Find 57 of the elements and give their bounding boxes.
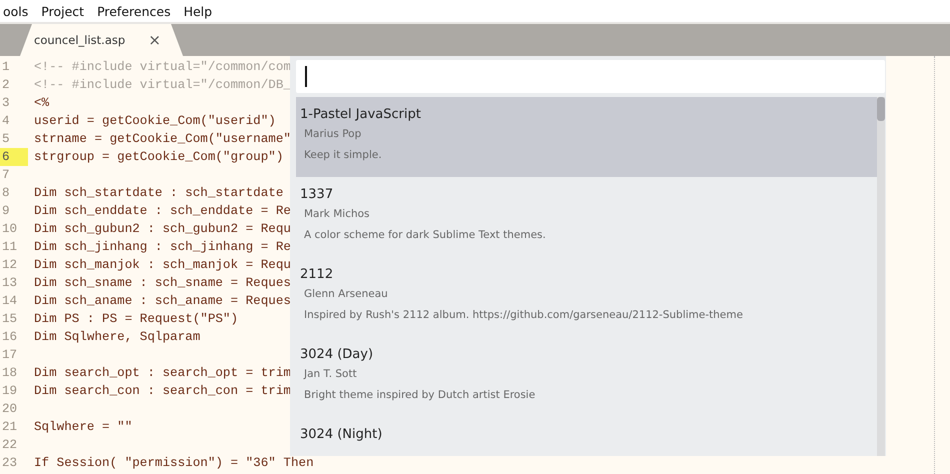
code-line: Dim sch_sname : sch_sname = Reques <box>34 276 291 290</box>
theme-item[interactable]: 1-Pastel JavaScript Marius Pop Keep it simple. <box>296 97 877 177</box>
theme-item[interactable]: 1337 Mark Michos A color scheme for dark Sublime Text themes. <box>296 177 877 257</box>
code-line: Dim sch_manjok : sch_manjok = Requ <box>34 258 291 272</box>
code-line: Dim sch_aname : sch_aname = Reques <box>34 294 291 308</box>
scrollbar[interactable] <box>877 97 885 456</box>
line-number: 15 <box>1 311 18 328</box>
line-number: 2 <box>1 77 11 94</box>
line-number: 23 <box>1 455 18 472</box>
code-line: Dim search_con : search_con = trim <box>34 384 291 398</box>
theme-item[interactable]: 2112 Glenn Arseneau Inspired by Rush's 2112 album. https://github.com/garseneau/2112-Sublime-theme <box>296 257 877 337</box>
line-number: 8 <box>1 185 11 202</box>
tab-label: councel_list.asp <box>34 33 126 47</box>
code-line: strname = getCookie_Com("username" <box>34 132 291 146</box>
theme-item[interactable]: 3024 (Night) <box>296 417 877 456</box>
code-line: <!-- #include virtual="/common/DB_ <box>34 78 291 92</box>
line-number: 6 <box>0 148 28 166</box>
search-field[interactable] <box>296 60 885 93</box>
scrollbar-thumb[interactable] <box>877 97 885 121</box>
line-number: 12 <box>1 257 18 274</box>
line-number: 19 <box>1 383 18 400</box>
line-number: 21 <box>1 419 18 436</box>
line-number: 7 <box>1 167 11 184</box>
menu-item[interactable]: Preferences <box>92 4 176 18</box>
code-line: Dim sch_startdate : sch_startdate <box>34 186 284 200</box>
code-line: Dim sch_enddate : sch_enddate = Re <box>34 204 291 218</box>
code-line: Dim PS : PS = Request("PS") <box>34 312 238 326</box>
line-number: 10 <box>1 221 18 238</box>
code-line: strgroup = getCookie_Com("group") <box>34 150 284 164</box>
line-number: 4 <box>1 113 11 130</box>
line-number: 17 <box>1 347 18 364</box>
file-tab[interactable]: councel_list.asp × <box>20 24 183 56</box>
line-number: 20 <box>1 401 18 418</box>
code-line: Sqlwhere = "" <box>34 420 132 434</box>
code-line: <!-- #include virtual="/common/com <box>34 60 291 74</box>
menu-item[interactable]: Project <box>36 4 90 18</box>
theme-item[interactable]: 3024 (Day) Jan T. Sott Bright theme inspired by Dutch artist Erosie <box>296 337 877 417</box>
menu-item[interactable]: ools <box>0 4 34 18</box>
close-icon[interactable]: × <box>148 31 161 49</box>
code-line: <% <box>34 96 50 110</box>
line-number: 5 <box>1 131 11 148</box>
line-number: 22 <box>1 437 18 454</box>
code-line: Dim sch_gubun2 : sch_gubun2 = Requ <box>34 222 291 236</box>
code-line: Dim search_opt : search_opt = trim <box>34 366 291 380</box>
code-line: userid = getCookie_Com("userid") <box>34 114 276 128</box>
code-line: If Session( "permission") = "36" Then <box>34 456 314 470</box>
menu-item[interactable]: Help <box>178 4 218 18</box>
line-number: 1 <box>1 59 11 76</box>
line-number: 9 <box>1 203 11 220</box>
line-number: 14 <box>1 293 18 310</box>
line-number: 16 <box>1 329 18 346</box>
code-line: Dim sch_jinhang : sch_jinhang = Re <box>34 240 291 254</box>
line-number: 13 <box>1 275 18 292</box>
line-number: 3 <box>1 95 11 112</box>
code-line: Dim Sqlwhere, Sqlparam <box>34 330 200 344</box>
line-number: 18 <box>1 365 18 382</box>
line-number: 11 <box>1 239 18 256</box>
